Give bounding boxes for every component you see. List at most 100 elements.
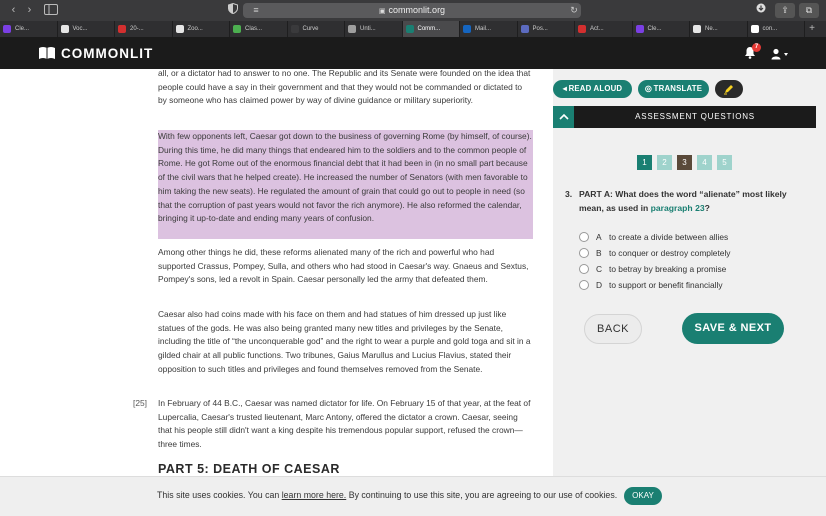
question-number: 3. [565, 189, 573, 199]
option-letter: A [596, 232, 602, 242]
tab-label: Comm... [417, 26, 441, 32]
tab-favicon-icon [348, 25, 356, 33]
translate-button[interactable]: ◎ TRANSLATE [638, 80, 709, 98]
tab-label: Cle... [647, 26, 662, 32]
tab-favicon-icon [290, 25, 299, 33]
browser-tab[interactable]: Curve [288, 21, 345, 37]
back-arrow-icon[interactable]: ‹ [7, 4, 20, 17]
question-nav-4[interactable]: 4 [697, 155, 712, 170]
user-icon [771, 48, 788, 60]
radio-button[interactable] [579, 232, 589, 242]
read-aloud-button[interactable]: ◂ READ ALOUD [553, 80, 632, 98]
collapse-chevron-icon[interactable] [553, 106, 574, 128]
option-letter: C [596, 264, 603, 274]
article-paragraph: Among other things he did, these reforms… [158, 247, 529, 285]
learn-more-link[interactable]: learn more here. [282, 490, 347, 500]
answer-option[interactable]: Ato create a divide between allies [579, 231, 728, 243]
download-icon[interactable] [751, 3, 771, 18]
tab-label: con... [762, 26, 778, 32]
question-nav-2[interactable]: 2 [657, 155, 672, 170]
tab-favicon-icon [578, 25, 586, 33]
article-content: all, or a dictator had to answer to no o… [0, 69, 553, 476]
question-nav-1[interactable]: 1 [637, 155, 652, 170]
commonlit-logo[interactable]: COMMONLIT [38, 45, 153, 61]
radio-button[interactable] [579, 264, 589, 274]
privacy-shield-icon[interactable] [225, 2, 241, 18]
tab-favicon-icon [635, 25, 644, 33]
tab-favicon-icon [405, 25, 414, 33]
paragraph-link[interactable]: paragraph 23 [651, 203, 705, 213]
sidebar-icon[interactable] [44, 4, 58, 17]
tab-label: Zoo... [187, 26, 203, 32]
cookie-message: This site uses cookies. You can learn mo… [157, 490, 617, 500]
cookie-okay-button[interactable]: OKAY [624, 487, 662, 505]
reload-icon[interactable]: ↻ [566, 3, 582, 18]
radio-button[interactable] [579, 280, 589, 290]
browser-tab[interactable]: Act... [575, 21, 633, 37]
share-icon[interactable]: ⇪ [775, 3, 795, 18]
tab-strip: Cle... Voc... 20-... Zoo... Clas... Curve Unti… [0, 21, 826, 37]
radio-button[interactable] [579, 248, 589, 258]
browser-tab[interactable]: Clas... [230, 21, 288, 37]
option-letter: B [596, 248, 602, 258]
lock-icon: ▣ [378, 8, 386, 15]
question-nav-3[interactable]: 3 [677, 155, 692, 170]
tab-label: Cle... [15, 26, 30, 32]
save-next-button[interactable]: SAVE & NEXT [682, 313, 784, 344]
assessment-panel: ◂ READ ALOUD ◎ TRANSLATE ASSESSMENT QUES… [553, 69, 826, 476]
highlighter-button[interactable] [715, 80, 743, 98]
browser-tab[interactable]: Pos... [518, 21, 575, 37]
tab-label: Ne... [705, 26, 718, 32]
back-button[interactable]: BACK [584, 314, 642, 344]
option-text: to support or benefit financially [609, 280, 723, 290]
globe-icon: ◎ [644, 84, 654, 93]
option-letter: D [596, 280, 603, 290]
caret-down-icon [784, 53, 788, 56]
tabs-overview-icon[interactable]: ⧉ [799, 3, 819, 18]
browser-tab[interactable]: Cle... [0, 21, 58, 37]
option-text: to conquer or destroy completely [609, 248, 731, 258]
option-text: to create a divide between allies [609, 232, 729, 242]
forward-arrow-icon[interactable]: › [23, 4, 36, 17]
option-text: to betray by breaking a promise [609, 264, 727, 274]
browser-tab[interactable]: Ne... [690, 21, 748, 37]
url-text: commonlit.org [388, 5, 446, 15]
question-text: 3. PART A: What does the word “alienate”… [565, 188, 811, 215]
tab-label: Unti... [360, 26, 376, 32]
answer-option[interactable]: Bto conquer or destroy completely [579, 247, 731, 259]
tab-label: Voc... [72, 26, 88, 32]
new-tab-button[interactable]: + [805, 21, 819, 37]
reader-icon[interactable]: ≡ [248, 3, 264, 18]
tab-favicon-icon [520, 25, 529, 33]
browser-tab[interactable]: Voc... [58, 21, 115, 37]
user-menu[interactable] [771, 47, 789, 60]
tab-label: 20-... [130, 26, 144, 32]
tab-favicon-icon [3, 25, 11, 33]
highlighted-paragraph[interactable]: With few opponents left, Caesar got down… [158, 130, 533, 239]
answer-option[interactable]: Dto support or benefit financially [579, 279, 723, 291]
read-aloud-label: READ ALOUD [568, 84, 623, 93]
address-bar[interactable]: ▣ commonlit.org [243, 3, 581, 18]
cookie-banner: This site uses cookies. You can learn mo… [0, 476, 826, 516]
site-header: COMMONLIT 7 [0, 37, 826, 69]
tab-favicon-icon [175, 25, 184, 33]
translate-label: TRANSLATE [653, 84, 703, 93]
answer-option[interactable]: Cto betray by breaking a promise [579, 263, 726, 275]
assessment-title: ASSESSMENT QUESTIONS [635, 112, 755, 121]
browser-tab[interactable]: Cle... [633, 21, 690, 37]
logo-text: COMMONLIT [61, 45, 154, 61]
tab-favicon-icon [118, 25, 126, 33]
browser-tab[interactable]: Mail... [460, 21, 518, 37]
browser-tab[interactable]: Zoo... [173, 21, 230, 37]
tab-favicon-icon [693, 25, 701, 33]
notification-badge: 7 [752, 43, 761, 52]
browser-tab[interactable]: Comm... [402, 21, 460, 37]
highlighter-icon [724, 85, 733, 95]
question-nav-5[interactable]: 5 [717, 155, 732, 170]
browser-tab[interactable]: 20-... [115, 21, 173, 37]
tab-label: Curve [302, 26, 319, 32]
browser-tab[interactable]: con... [748, 21, 805, 37]
tab-label: Act... [590, 26, 604, 32]
browser-tab[interactable]: Unti... [345, 21, 403, 37]
section-heading: PART 5: DEATH OF CAESAR [158, 462, 340, 476]
